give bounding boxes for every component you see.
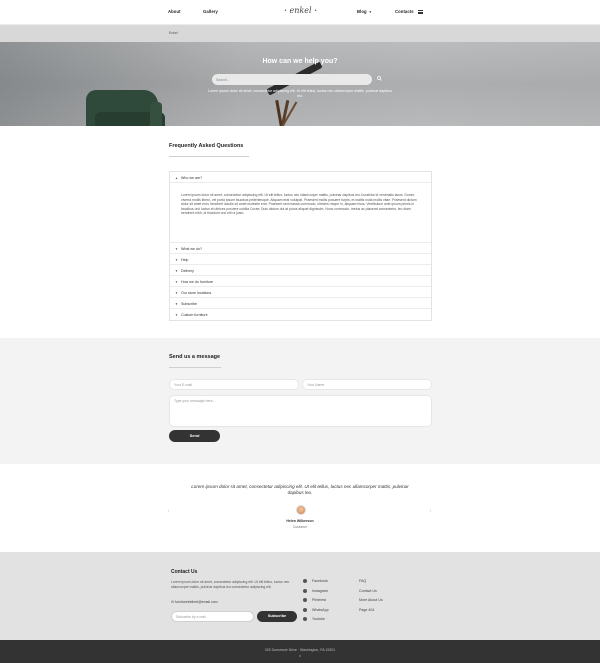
footer-link-about[interactable]: More About Us — [359, 598, 383, 602]
message-title: Send us a message — [169, 354, 221, 360]
caret-down-icon: ▼ — [175, 246, 178, 251]
caret-down-icon: ▼ — [175, 312, 178, 317]
caret-down-icon: ▼ — [175, 301, 178, 306]
scroll-top-icon[interactable]: ⌃ — [297, 655, 303, 661]
faq-item[interactable]: ▼ What we do? — [170, 243, 431, 254]
faq-item[interactable]: ▼ Delivery — [170, 265, 431, 276]
faq-item-label: Who we are? — [181, 175, 203, 180]
site-logo[interactable]: • enkel • — [284, 6, 317, 15]
search-icon[interactable] — [377, 76, 382, 81]
hero-subtitle: Lorem ipsum dolor sit amet, consectetur … — [208, 89, 392, 98]
breadcrumb[interactable]: Enkel — [169, 31, 178, 35]
pinterest-icon — [303, 598, 307, 603]
faq-item[interactable]: ▼ Help — [170, 254, 431, 265]
nav-about[interactable]: About — [168, 9, 181, 14]
breadcrumb-bar: Enkel — [0, 25, 600, 42]
youtube-icon — [303, 617, 307, 622]
testimonial-role: Customer — [292, 524, 308, 529]
facebook-icon — [303, 579, 307, 584]
faq-item[interactable]: ▼ Subscribe — [170, 298, 431, 309]
footer-contact-text: Lorem ipsum dolor sit amet, consectetur … — [171, 580, 290, 589]
footer-link-faq[interactable]: FAQ — [359, 579, 366, 583]
caret-down-icon: ▼ — [175, 268, 178, 273]
name-placeholder: Your Name — [307, 382, 325, 387]
chevron-right-icon[interactable]: › — [430, 508, 431, 513]
testimonial-name: Helen Wilkerson — [286, 519, 314, 523]
faq-item-label: Our store locations — [181, 290, 212, 295]
footer-email-text: furniturebellnet@email.com — [174, 600, 218, 604]
mail-icon: ✉ — [171, 600, 174, 604]
nav-blog-label: Blog — [357, 9, 367, 14]
chair-arm-image — [150, 102, 162, 126]
faq-title-underline — [169, 156, 249, 157]
faq-item-label: Help — [181, 257, 189, 262]
nav-blog[interactable]: Blog ▼ — [357, 9, 372, 14]
social-label: Pinterest — [312, 598, 327, 602]
hero-search-input[interactable] — [212, 74, 372, 85]
faq-item-open[interactable]: ▲ Who we are? — [170, 172, 431, 183]
faq-item[interactable]: ▼ Custom furniture — [170, 309, 431, 320]
faq-item-label: What we do? — [181, 246, 202, 251]
site-header: About Gallery • enkel • Blog ▼ Contacts — [0, 0, 600, 25]
chevron-down-icon: ▼ — [368, 10, 372, 14]
faq-item-label: Delivery — [181, 268, 194, 273]
footer-link-contact[interactable]: Contact Us — [359, 589, 377, 593]
subscribe-button[interactable]: Subscribe — [257, 611, 297, 622]
faq-answer: Lorem ipsum dolor sit amet, consectetur … — [181, 193, 417, 216]
message-placeholder: Type your message here... — [174, 399, 216, 403]
social-label: Facebook — [312, 579, 328, 583]
faq-item-label: Subscribe — [181, 301, 197, 306]
social-label: Instagram — [312, 588, 328, 593]
faq-item-label: How we do furniture — [181, 279, 213, 284]
email-placeholder: Your E-mail — [174, 382, 192, 387]
testimonial-quote: Lorem ipsum dolor sit amet, consectetur … — [191, 484, 409, 496]
footer-link-404[interactable]: Page 404 — [359, 608, 374, 612]
chevron-left-icon[interactable]: ‹ — [168, 508, 169, 513]
caret-up-icon: ▲ — [175, 175, 178, 180]
social-label: Youtube — [312, 617, 326, 621]
nav-contacts[interactable]: Contacts — [395, 9, 414, 14]
social-facebook[interactable]: Facebook — [303, 579, 328, 584]
social-instagram[interactable]: Instagram — [303, 589, 328, 593]
faq-item[interactable]: ▼ Our store locations — [170, 287, 431, 298]
message-title-underline — [169, 367, 221, 368]
faq-item-label: Custom furniture — [181, 312, 208, 317]
social-pinterest[interactable]: Pinterest — [303, 598, 327, 603]
caret-down-icon: ▼ — [175, 279, 178, 284]
social-youtube[interactable]: Youtube — [303, 617, 326, 622]
site-footer — [0, 552, 600, 640]
instagram-icon — [303, 588, 307, 593]
logo-text: enkel — [289, 6, 312, 15]
send-button[interactable]: Send — [169, 430, 220, 442]
whatsapp-icon — [303, 607, 307, 612]
hero-title: How can we help you? — [262, 58, 338, 65]
social-label: WhatsApp — [312, 607, 329, 612]
caret-down-icon: ▼ — [175, 257, 178, 262]
social-whatsapp[interactable]: WhatsApp — [303, 608, 329, 612]
faq-item[interactable]: ▼ How we do furniture — [170, 276, 431, 287]
caret-down-icon: ▼ — [175, 290, 178, 295]
avatar — [296, 505, 306, 515]
nav-gallery[interactable]: Gallery — [203, 9, 218, 14]
footer-email[interactable]: ✉ furniturebellnet@email.com — [171, 600, 218, 604]
faq-title: Frequently Asked Questions — [169, 143, 244, 149]
footer-address: 325 Dunsmore Drive · Washington, PA 1530… — [264, 648, 336, 652]
subscribe-placeholder: Subscribe by e-mail — [176, 614, 206, 619]
hero-search-placeholder: Search... — [216, 77, 231, 82]
menu-icon[interactable] — [418, 10, 423, 14]
footer-contact-title: Contact Us — [171, 569, 198, 575]
